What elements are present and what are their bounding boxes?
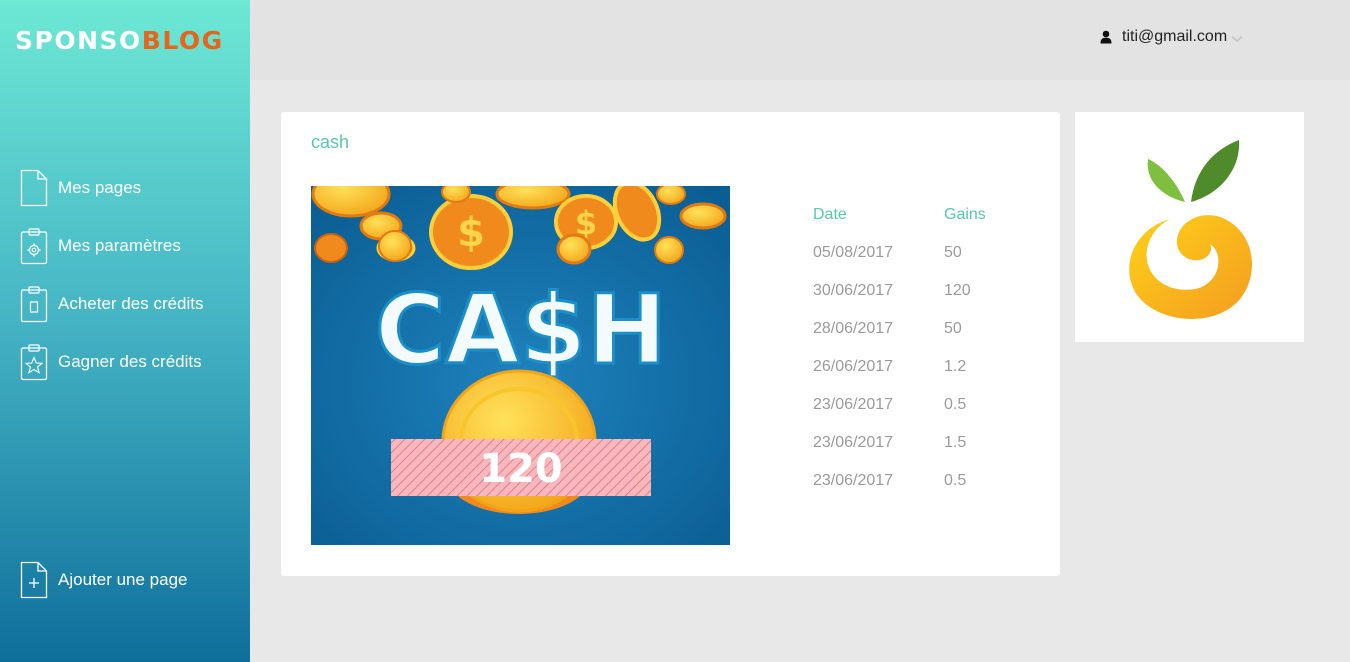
table-row: 26/06/2017 1.2	[813, 348, 1024, 386]
sidebar-item-acheter-credits[interactable]: Acheter des crédits	[20, 285, 204, 323]
brand-logo-part1: SPONSO	[15, 26, 142, 55]
column-header-gains: Gains	[944, 206, 986, 223]
brand-logo[interactable]: SPONSOBLOG	[15, 26, 224, 55]
table-row: 23/06/2017 1.5	[813, 424, 1024, 462]
table-header: Date Gains	[813, 196, 1024, 234]
page-title: cash	[311, 132, 350, 152]
chevron-down-icon[interactable]	[1231, 35, 1243, 43]
clipboard-gear-icon	[20, 228, 48, 265]
sidebar: SPONSOBLOG Mes pages Mes paramètres Ache…	[0, 0, 250, 662]
orange-logo-card	[1075, 112, 1304, 342]
cell-gains: 50	[944, 244, 962, 261]
cell-date: 23/06/2017	[813, 396, 894, 413]
clipboard-star-icon	[20, 344, 48, 381]
table-row: 23/06/2017 0.5	[813, 386, 1024, 424]
cell-date: 23/06/2017	[813, 472, 894, 489]
column-header-date: Date	[813, 206, 847, 223]
document-icon	[20, 169, 48, 207]
cell-gains: 0.5	[944, 396, 967, 413]
brand-logo-part2: BLOG	[141, 26, 224, 55]
cell-gains: 50	[944, 320, 962, 337]
sidebar-item-label: Mes paramètres	[58, 236, 181, 255]
cell-date: 28/06/2017	[813, 320, 894, 337]
sidebar-item-gagner-credits[interactable]: Gagner des crédits	[20, 343, 202, 381]
cell-gains: 1.5	[944, 434, 967, 451]
cell-date: 05/08/2017	[813, 244, 894, 261]
document-plus-icon	[20, 561, 48, 599]
earnings-table: Date Gains 05/08/2017 50 30/06/2017 120 …	[813, 196, 1024, 500]
orange-logo-icon	[1129, 140, 1252, 319]
cell-date: 30/06/2017	[813, 282, 894, 299]
table-row: 23/06/2017 0.5	[813, 462, 1024, 500]
add-page-label: Ajouter une page	[58, 570, 188, 589]
sidebar-item-label: Acheter des crédits	[58, 294, 204, 313]
cell-gains: 1.2	[944, 358, 967, 375]
table-row: 05/08/2017 50	[813, 234, 1024, 272]
top-bar: titi@gmail.com	[250, 0, 1350, 80]
cash-image: $ $ CA$H 120	[311, 186, 730, 545]
cell-date: 26/06/2017	[813, 358, 894, 375]
cell-gains: 120	[944, 282, 971, 299]
table-row: 28/06/2017 50	[813, 310, 1024, 348]
sidebar-item-label: Mes pages	[58, 178, 142, 197]
clipboard-card-icon	[20, 286, 48, 323]
user-menu[interactable]: titi@gmail.com	[1100, 28, 1243, 46]
cell-date: 23/06/2017	[813, 434, 894, 451]
sidebar-item-mes-parametres[interactable]: Mes paramètres	[20, 227, 181, 265]
cell-gains: 0.5	[944, 472, 967, 489]
cash-amount: 120	[479, 446, 563, 492]
sidebar-item-label: Gagner des crédits	[58, 352, 202, 371]
add-page-button[interactable]: Ajouter une page	[20, 561, 188, 599]
table-row: 30/06/2017 120	[813, 272, 1024, 310]
cash-heading: CA$H	[375, 274, 667, 386]
user-icon	[1100, 30, 1112, 44]
sidebar-item-mes-pages[interactable]: Mes pages	[20, 169, 141, 207]
page-card: cash $ $ CA$H 120 Date Gains 05/08/2017 …	[281, 112, 1060, 576]
user-email: titi@gmail.com	[1122, 28, 1228, 45]
svg-text:$: $	[457, 210, 485, 256]
